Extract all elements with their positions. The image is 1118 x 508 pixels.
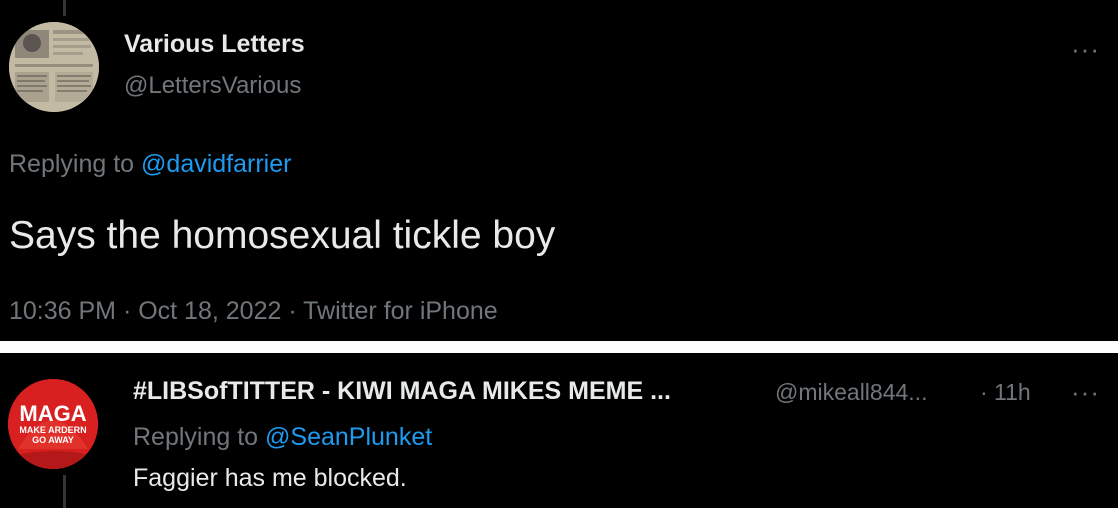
avatar-text-line3: GO AWAY [32,435,74,445]
newspaper-avatar-image [9,22,99,112]
replying-prefix: Replying to [133,423,266,451]
replying-to-link[interactable]: @SeanPlunket [265,423,432,451]
tweet-detail: Various Letters @LettersVarious ··· Repl… [0,0,1118,341]
replying-to: Replying to @SeanPlunket [133,423,432,452]
avatar[interactable]: MAGA MAKE ARDERN GO AWAY [8,379,98,469]
user-handle[interactable]: @LettersVarious [124,72,301,100]
avatar-text-line1: MAGA [19,401,87,426]
display-name[interactable]: Various Letters [124,30,305,59]
replying-to: Replying to @davidfarrier [9,150,291,179]
tweet-text: Faggier has me blocked. [133,464,407,492]
user-handle[interactable]: @mikeall844... [775,379,927,406]
more-options-icon[interactable]: ··· [1071,34,1100,65]
display-name[interactable]: #LIBSofTITTER - KIWI MAGA MIKES MEME ... [133,377,671,406]
relative-time[interactable]: · 11h [980,379,1031,406]
avatar-text-line2: MAKE ARDERN [19,425,87,435]
tweet-text: Says the homosexual tickle boy [9,214,556,257]
avatar[interactable] [9,22,99,112]
thread-line [63,475,66,508]
replying-to-link[interactable]: @davidfarrier [141,150,291,178]
thread-line [63,0,66,16]
tweet-reply[interactable]: MAGA MAKE ARDERN GO AWAY #LIBSofTITTER -… [0,353,1118,508]
tweet-timestamp[interactable]: 10:36 PM · Oct 18, 2022 · Twitter for iP… [9,297,498,326]
replying-prefix: Replying to [9,150,142,178]
divider [0,341,1118,353]
more-options-icon[interactable]: ··· [1071,377,1100,408]
